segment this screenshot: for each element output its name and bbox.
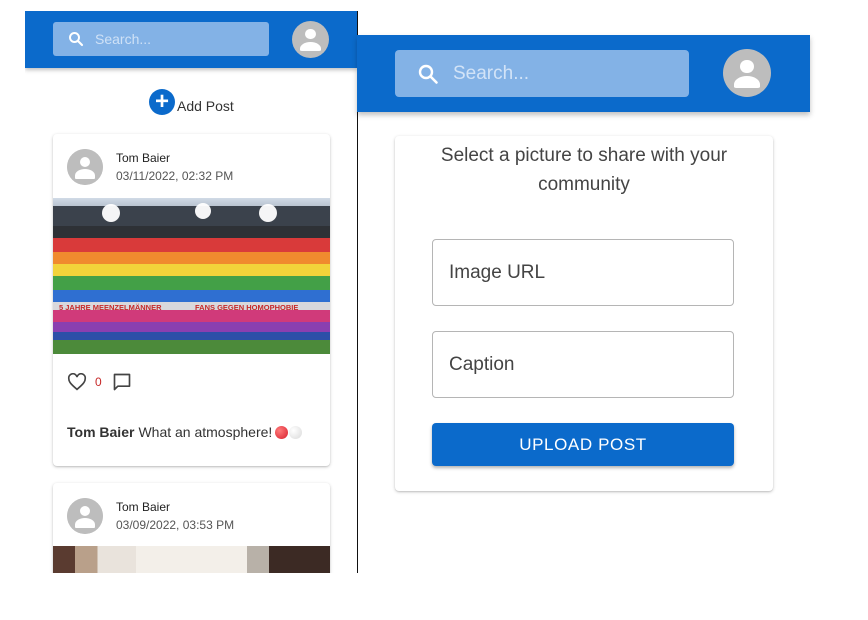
account-avatar-button[interactable]	[723, 49, 771, 97]
search-icon	[69, 32, 84, 47]
account-icon	[292, 21, 329, 58]
upload-prompt: Select a picture to share with your comm…	[440, 145, 728, 195]
post-meta: Tom Baier 03/11/2022, 02:32 PM	[116, 151, 233, 183]
like-button[interactable]: 0	[67, 373, 102, 391]
search-box[interactable]	[53, 22, 269, 56]
app-bar	[357, 35, 810, 112]
avatar	[67, 149, 103, 185]
comment-outline-icon	[113, 373, 131, 391]
stadium-photo: 5 JAHRE MEENZELMÄNNER FANS GEGEN HOMOPHO…	[53, 198, 330, 354]
heart-outline-icon	[67, 373, 87, 391]
account-icon	[67, 498, 103, 534]
image-url-input[interactable]	[433, 240, 733, 305]
account-icon	[67, 149, 103, 185]
screenshot-stage: + Add Post Tom Baier 03/11/2022, 02:32 P…	[0, 0, 868, 620]
avatar	[67, 498, 103, 534]
post-image: 5 JAHRE MEENZELMÄNNER FANS GEGEN HOMOPHO…	[53, 198, 330, 354]
post-date: 03/09/2022, 03:53 PM	[116, 518, 235, 532]
search-input[interactable]	[95, 22, 265, 56]
upload-post-button[interactable]: UPLOAD POST	[432, 423, 734, 466]
caption-text: What an atmosphere!	[138, 424, 273, 440]
search-box[interactable]	[395, 50, 689, 97]
mobile-feed-view: + Add Post Tom Baier 03/11/2022, 02:32 P…	[25, 11, 358, 573]
post-card: Tom Baier 03/09/2022, 03:53 PM	[53, 483, 330, 573]
caption-input[interactable]	[433, 332, 733, 397]
post-image	[53, 546, 330, 573]
banner-text-1: 5 JAHRE MEENZELMÄNNER	[59, 303, 162, 312]
post-author: Tom Baier	[116, 500, 171, 514]
image-url-field[interactable]	[432, 239, 734, 306]
account-icon	[723, 49, 771, 97]
search-input[interactable]	[453, 50, 683, 97]
post-meta: Tom Baier 03/09/2022, 03:53 PM	[116, 500, 234, 532]
add-circle-icon: +	[149, 89, 175, 115]
post-author: Tom Baier	[116, 151, 171, 165]
banner-text-2: FANS GEGEN HOMOPHOBIE	[195, 303, 298, 312]
app-bar	[25, 11, 357, 68]
post-caption: Tom Baier What an atmosphere!	[67, 424, 303, 440]
comment-button[interactable]	[112, 372, 132, 392]
add-post-button[interactable]: + Add Post	[149, 89, 234, 115]
white-circle-emoji-icon	[289, 425, 303, 439]
search-icon	[418, 64, 438, 84]
upload-post-card: Select a picture to share with your comm…	[395, 136, 773, 491]
like-count: 0	[95, 375, 102, 389]
add-post-label: Add Post	[177, 98, 234, 114]
post-header: Tom Baier 03/09/2022, 03:53 PM	[67, 498, 234, 534]
caption-field[interactable]	[432, 331, 734, 398]
caption-author: Tom Baier	[67, 424, 135, 440]
post-date: 03/11/2022, 02:32 PM	[116, 169, 234, 183]
post-card: Tom Baier 03/11/2022, 02:32 PM 5 JAHRE M…	[53, 134, 330, 466]
red-circle-emoji-icon	[275, 425, 289, 439]
post-header: Tom Baier 03/11/2022, 02:32 PM	[67, 149, 233, 185]
post-actions: 0	[67, 372, 132, 392]
account-avatar-button[interactable]	[292, 21, 329, 58]
